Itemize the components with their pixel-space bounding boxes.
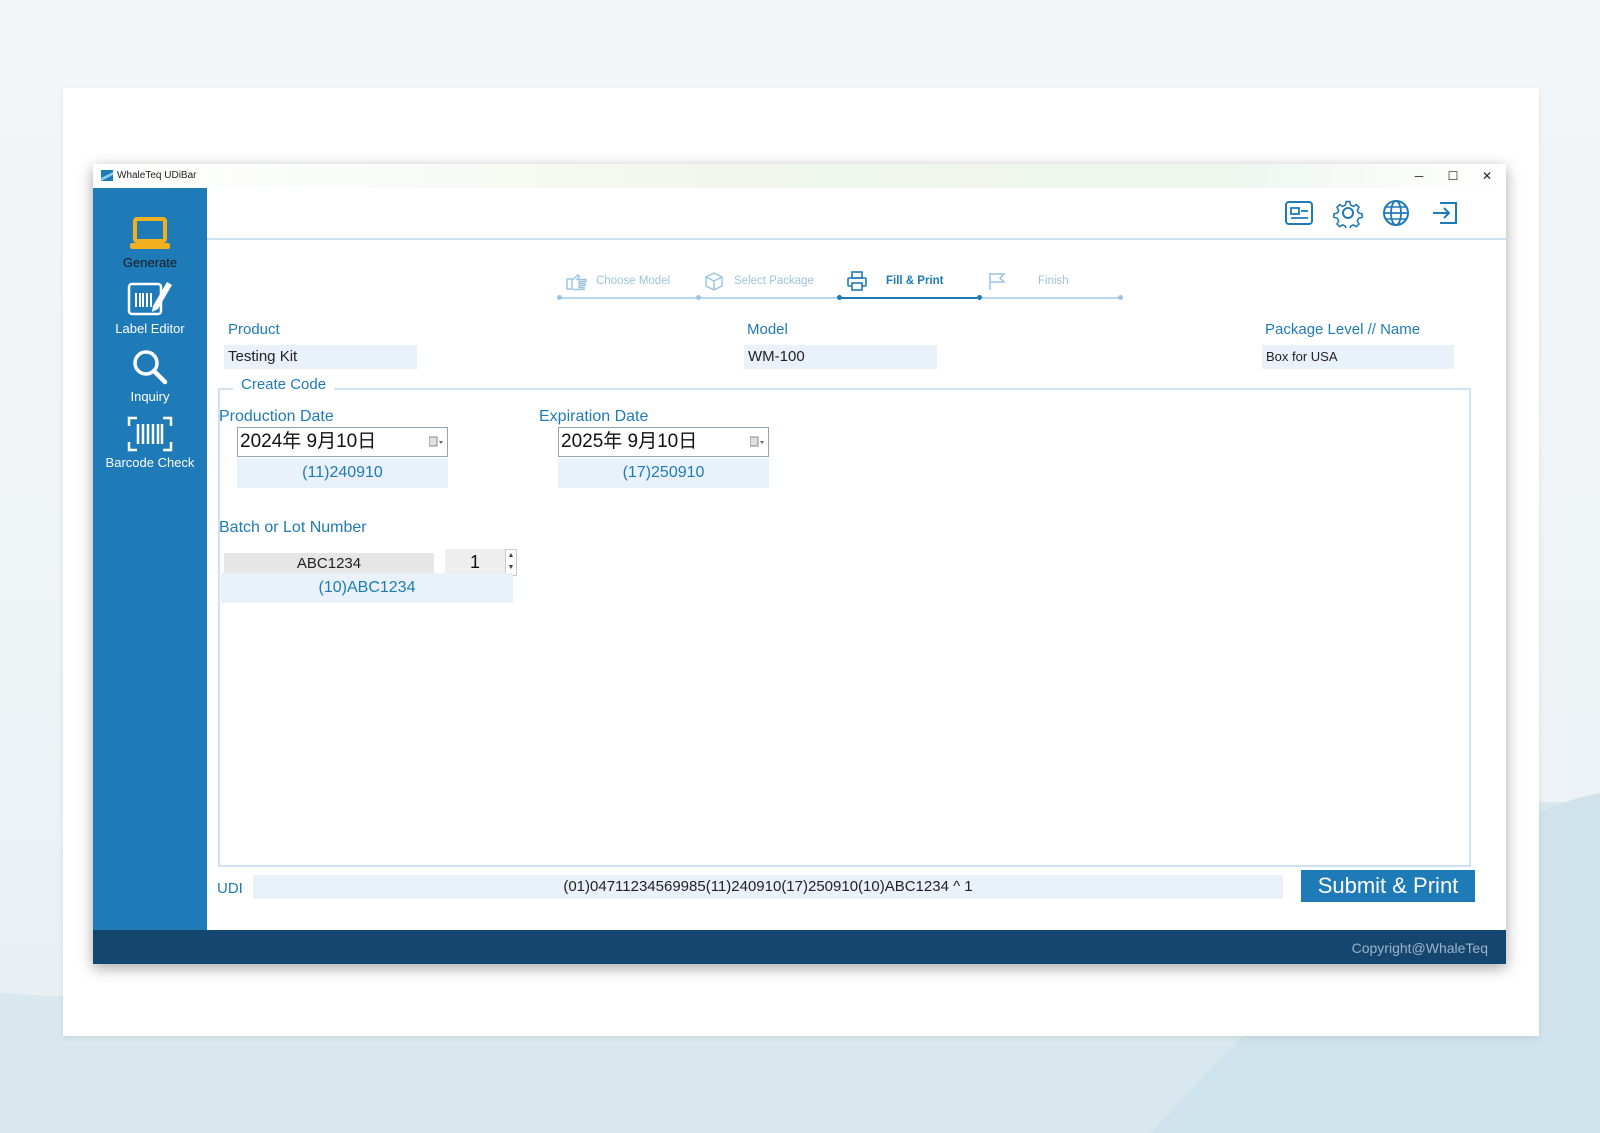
calendar-dropdown-icon[interactable]	[750, 436, 764, 448]
barcode-scan-icon	[127, 416, 173, 452]
model-label: Model	[747, 321, 788, 338]
step-dot	[1118, 295, 1123, 300]
create-code-title: Create Code	[233, 376, 335, 393]
gear-icon[interactable]	[1333, 198, 1363, 228]
expiration-date-value: 2025年 9月10日	[561, 431, 698, 452]
package-label: Package Level // Name	[1265, 321, 1421, 338]
step-dot	[696, 295, 701, 300]
minimize-button[interactable]: ─	[1402, 167, 1436, 185]
product-field: Testing Kit	[224, 345, 417, 369]
sidebar-item-label: Inquiry	[130, 389, 170, 404]
id-card-icon[interactable]	[1284, 198, 1314, 228]
model-field: WM-100	[744, 345, 937, 369]
batch-code: (10)ABC1234	[221, 573, 513, 603]
copyright-text: Copyright@WhaleTeq	[1351, 940, 1488, 956]
sidebar-item-label: Label Editor	[115, 321, 185, 336]
step-connector	[699, 297, 839, 299]
step-connector	[841, 297, 977, 299]
toolbar-divider	[207, 238, 1506, 240]
barcode-edit-icon	[127, 282, 172, 316]
step-label: Select Package	[734, 275, 814, 287]
step-connector	[559, 297, 696, 299]
quantity-input[interactable]: 1	[445, 549, 505, 576]
maximize-button[interactable]: ☐	[1436, 167, 1470, 185]
expiration-date-label: Expiration Date	[539, 408, 649, 425]
hand-point-icon	[566, 274, 587, 291]
footer: Copyright@WhaleTeq	[93, 930, 1506, 964]
expiration-date-picker[interactable]: 2025年 9月10日	[558, 427, 769, 457]
sidebar-item-label: Generate	[122, 255, 178, 270]
globe-icon[interactable]	[1381, 198, 1411, 228]
flag-icon	[989, 273, 1006, 290]
increment-icon[interactable]: ▲	[506, 550, 516, 562]
sidebar: Generate Label Editor Inquiry Barcode Ch…	[93, 188, 207, 930]
batch-input[interactable]: ABC1234	[224, 553, 434, 575]
step-dot	[977, 295, 982, 300]
sidebar-item-inquiry[interactable]: Inquiry	[93, 348, 207, 404]
package-field: Box for USA	[1262, 345, 1454, 369]
step-dot	[837, 295, 842, 300]
sidebar-item-label: Barcode Check	[105, 455, 195, 470]
step-label: Fill & Print	[886, 275, 944, 287]
logout-icon[interactable]	[1430, 198, 1460, 228]
laptop-icon	[130, 217, 170, 249]
app-logo-icon	[101, 170, 113, 181]
product-label: Product	[228, 321, 280, 338]
sidebar-item-barcode-check[interactable]: Barcode Check	[93, 416, 207, 470]
production-date-picker[interactable]: 2024年 9月10日	[237, 427, 448, 457]
app-window: WhaleTeq UDiBar ─ ☐ ✕ Generate Label Edi…	[93, 164, 1506, 964]
window-title: WhaleTeq UDiBar	[117, 170, 197, 181]
sidebar-item-generate[interactable]: Generate	[93, 216, 207, 270]
batch-label: Batch or Lot Number	[219, 519, 367, 536]
step-dot	[557, 295, 562, 300]
udi-field: (01)04711234569985(11)240910(17)250910(1…	[253, 875, 1283, 899]
production-date-label: Production Date	[219, 408, 334, 425]
package-icon	[705, 272, 723, 291]
production-date-code: (11)240910	[237, 458, 448, 488]
expiration-date-code: (17)250910	[558, 458, 769, 488]
step-label: Finish	[1038, 275, 1069, 287]
step-connector	[981, 297, 1121, 299]
step-label: Choose Model	[596, 275, 671, 287]
submit-print-button[interactable]: Submit & Print	[1301, 870, 1475, 902]
title-bar: WhaleTeq UDiBar ─ ☐ ✕	[93, 164, 1506, 188]
close-button[interactable]: ✕	[1470, 167, 1504, 185]
calendar-dropdown-icon[interactable]	[429, 436, 443, 448]
udi-label: UDI	[217, 880, 243, 897]
printer-icon	[847, 271, 867, 291]
search-icon	[133, 350, 168, 385]
quantity-stepper[interactable]: ▲ ▼	[505, 549, 517, 576]
sidebar-item-label-editor[interactable]: Label Editor	[93, 278, 207, 336]
production-date-value: 2024年 9月10日	[240, 431, 377, 452]
